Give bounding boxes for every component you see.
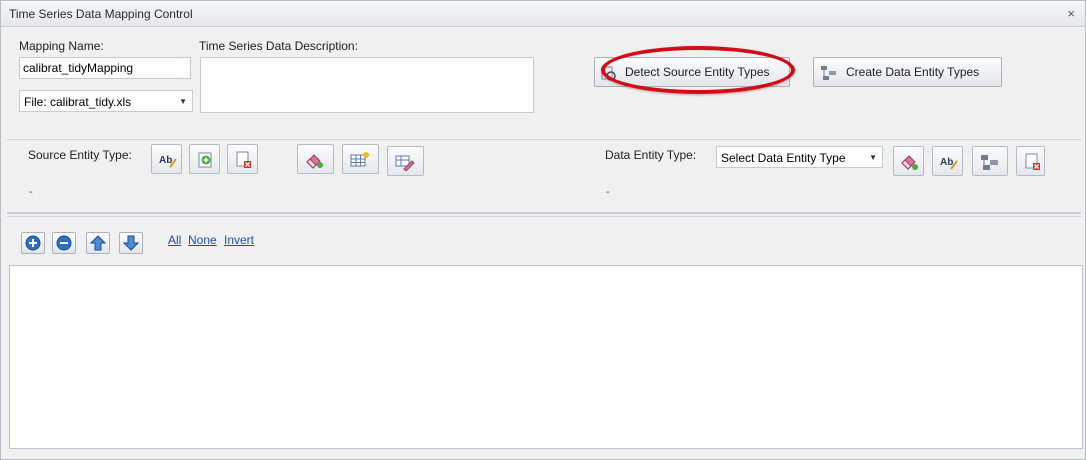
close-icon[interactable]: × [1067,6,1075,21]
chevron-down-icon: ▼ [869,153,877,162]
delete-icon [236,151,251,168]
description-label: Time Series Data Description: [199,39,358,53]
divider-top [7,139,1081,140]
arrow-up-icon [90,235,106,251]
title-bar: Time Series Data Mapping Control × [1,1,1085,27]
entity-list[interactable] [9,265,1083,449]
file-select[interactable]: File: calibrat_tidy.xls ▼ [19,90,193,112]
create-data-entity-types-label: Create Data Entity Types [846,65,980,79]
create-data-entity-types-button[interactable]: Create Data Entity Types [813,57,1002,87]
table-icon [350,152,369,167]
data-hierarchy-button[interactable] [972,146,1008,176]
hierarchy-icon [981,155,998,170]
rename-icon: Ab [159,155,177,168]
collapse-button[interactable] [52,232,76,254]
mapping-name-label: Mapping Name: [19,39,104,53]
select-all-link[interactable]: All [168,233,181,247]
source-rename-button[interactable]: Ab [151,144,182,174]
plus-circle-icon [25,235,41,251]
eraser-icon [306,154,323,169]
mapping-name-input[interactable] [19,57,191,79]
minus-circle-icon [56,235,72,251]
detect-source-entity-types-button[interactable]: Detect Source Entity Types [594,57,790,87]
divider-middle-2 [7,216,1081,217]
data-entity-value: - [606,186,610,198]
data-entity-type-select[interactable]: Select Data Entity Type ▼ [716,146,883,168]
window-title: Time Series Data Mapping Control [9,7,193,21]
invert-selection-link[interactable]: Invert [224,233,254,247]
mapping-window: Time Series Data Mapping Control × Mappi… [0,0,1086,460]
hierarchy-icon [821,66,836,80]
chevron-down-icon: ▼ [179,97,187,106]
data-eraser-button[interactable] [893,146,924,176]
data-rename-button[interactable]: Ab [932,146,963,176]
divider-middle [7,212,1081,214]
arrow-down-icon [123,235,139,251]
detect-icon [601,66,617,82]
expand-button[interactable] [21,232,45,254]
svg-text:Ab: Ab [159,155,172,166]
delete-icon [1025,153,1040,170]
move-down-button[interactable] [119,232,143,254]
source-delete-button[interactable] [227,144,258,174]
source-table-button[interactable] [342,144,379,174]
file-select-value: File: calibrat_tidy.xls [24,95,132,109]
data-delete-button[interactable] [1016,146,1045,176]
source-entity-value: - [29,186,33,198]
source-table-edit-button[interactable] [387,146,424,176]
select-none-link[interactable]: None [188,233,217,247]
svg-text:Ab: Ab [940,157,953,168]
add-icon [198,152,212,168]
source-add-button[interactable] [189,144,220,174]
move-up-button[interactable] [86,232,110,254]
rename-icon: Ab [940,157,958,170]
detect-source-entity-types-label: Detect Source Entity Types [625,65,770,79]
table-edit-icon [395,155,415,171]
data-entity-type-label: Data Entity Type: [605,148,697,162]
description-input[interactable] [200,57,534,113]
source-eraser-button[interactable] [297,144,334,174]
source-entity-type-label: Source Entity Type: [28,148,132,162]
eraser-icon [901,155,918,170]
data-entity-type-select-value: Select Data Entity Type [721,151,846,165]
